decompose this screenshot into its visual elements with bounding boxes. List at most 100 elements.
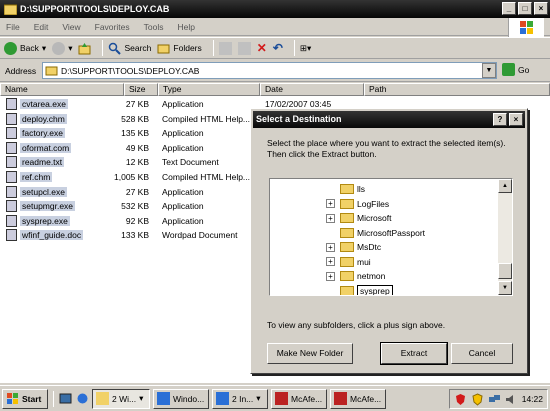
forward-button[interactable]: ▾ <box>52 41 72 55</box>
menu-file[interactable]: File <box>6 22 20 32</box>
search-button[interactable]: Search <box>108 42 151 55</box>
file-type: Application <box>162 186 204 197</box>
scroll-up-button[interactable]: ▲ <box>498 179 512 193</box>
expand-icon[interactable]: + <box>326 199 335 209</box>
undo-icon: ↶ <box>272 41 283 55</box>
expand-icon[interactable]: + <box>326 242 335 252</box>
menu-tools[interactable]: Tools <box>144 22 164 32</box>
select-destination-dialog: Select a Destination ? × Select the plac… <box>250 108 528 374</box>
folders-button[interactable]: Folders <box>157 42 202 55</box>
tree-item-label: Microsoft <box>357 213 392 224</box>
clock[interactable]: 14:22 <box>522 394 543 404</box>
tree-item-label: mui <box>357 256 371 267</box>
folder-icon <box>340 242 354 253</box>
views-icon: ⊞▾ <box>299 42 312 53</box>
file-type: Application <box>162 201 204 212</box>
security-center-icon[interactable] <box>471 392 484 406</box>
make-new-folder-button[interactable]: Make New Folder <box>267 343 353 364</box>
scroll-down-button[interactable]: ▼ <box>498 281 512 295</box>
tree-item[interactable]: sysprep <box>270 284 498 295</box>
file-icon <box>6 156 17 169</box>
dialog-close-button[interactable]: × <box>509 113 523 126</box>
column-size[interactable]: Size <box>124 83 158 96</box>
address-label: Address <box>5 65 37 76</box>
internet-explorer-icon[interactable] <box>76 392 89 405</box>
file-size: 532 KB <box>121 201 149 212</box>
tree-item[interactable]: + MsDtc <box>270 240 498 255</box>
file-icon <box>6 229 17 242</box>
file-size: 528 KB <box>121 113 149 124</box>
folder-icon <box>4 4 17 15</box>
go-button[interactable]: Go <box>502 63 529 76</box>
expand-icon[interactable]: + <box>326 213 335 223</box>
toolbar: Back ▾ ▾ Search Folders ✕ ↶ ⊞▾ <box>0 37 550 59</box>
expand-icon[interactable]: + <box>326 257 335 267</box>
folder-name-edit[interactable]: sysprep <box>357 284 393 295</box>
file-size: 49 KB <box>125 142 149 153</box>
search-icon <box>109 42 122 55</box>
taskbar-button[interactable]: McAfe... <box>330 388 386 409</box>
app-icon <box>157 392 170 405</box>
column-name[interactable]: Name <box>0 83 124 96</box>
tree-scrollbar[interactable]: ▲ ▼ <box>498 179 512 295</box>
minimize-button[interactable]: _ <box>502 2 516 15</box>
undo-button[interactable]: ↶ <box>273 41 283 55</box>
scroll-thumb[interactable] <box>498 263 512 279</box>
column-date[interactable]: Date <box>260 83 364 96</box>
taskbar: Start 2 Wi... ▾ Windo... 2 In... ▾ McAfe... Mc… <box>0 385 550 411</box>
cancel-button[interactable]: Cancel <box>451 343 513 364</box>
back-button[interactable]: Back ▾ <box>4 41 46 55</box>
app-icon <box>96 392 109 405</box>
address-input[interactable]: D:\SUPPORT\TOOLS\DEPLOY.CAB ▼ <box>42 62 497 79</box>
delete-icon: ✕ <box>256 41 267 55</box>
go-arrow-icon <box>502 63 515 76</box>
tree-item[interactable]: lls <box>270 182 498 197</box>
file-icon <box>6 171 17 183</box>
menu-help[interactable]: Help <box>177 22 194 32</box>
file-type: Compiled HTML Help... <box>162 113 251 124</box>
close-button[interactable]: × <box>534 2 548 15</box>
taskbar-button[interactable]: 2 In... ▾ <box>212 388 268 409</box>
tree-item[interactable]: + mui <box>270 255 498 270</box>
views-button[interactable]: ⊞▾ <box>300 43 311 54</box>
menu-view[interactable]: View <box>62 22 80 32</box>
move-to-button[interactable] <box>218 41 232 55</box>
file-type: Text Document <box>162 157 219 168</box>
folder-tree[interactable]: lls + LogFiles + Microsoft MicrosoftPassport +… <box>269 178 513 296</box>
taskbar-button[interactable]: McAfe... <box>271 388 327 409</box>
forward-arrow-icon <box>52 41 66 55</box>
start-button[interactable]: Start <box>2 388 48 409</box>
tree-item[interactable]: + LogFiles <box>270 197 498 212</box>
file-size: 92 KB <box>125 215 149 226</box>
address-dropdown[interactable]: ▼ <box>482 63 496 78</box>
column-type[interactable]: Type <box>158 83 260 96</box>
up-folder-button[interactable] <box>78 42 91 55</box>
volume-icon[interactable] <box>505 393 518 406</box>
folder-icon <box>340 271 354 282</box>
menu-favorites[interactable]: Favorites <box>95 22 130 32</box>
file-icon <box>6 127 17 140</box>
delete-button[interactable]: ✕ <box>257 41 267 55</box>
shield-icon[interactable] <box>454 393 467 406</box>
menu-edit[interactable]: Edit <box>34 22 49 32</box>
expand-icon[interactable]: + <box>326 271 335 281</box>
network-icon[interactable] <box>488 393 501 406</box>
show-desktop-icon[interactable] <box>59 392 72 405</box>
maximize-button[interactable]: □ <box>518 2 532 15</box>
folders-icon <box>157 44 170 53</box>
taskbar-button[interactable]: Windo... <box>153 388 209 409</box>
file-name: sysprep.exe <box>20 215 70 226</box>
file-name: ref.chm <box>20 172 53 182</box>
windows-flag-icon <box>7 393 18 404</box>
tree-item[interactable]: MicrosoftPassport <box>270 226 498 241</box>
extract-button[interactable]: Extract <box>380 342 448 365</box>
help-button[interactable]: ? <box>493 113 507 126</box>
file-type: Wordpad Document <box>162 230 238 241</box>
tree-item[interactable]: + netmon <box>270 269 498 284</box>
taskbar-button[interactable]: 2 Wi... ▾ <box>92 388 150 409</box>
column-path[interactable]: Path <box>364 83 550 96</box>
copy-to-button[interactable] <box>237 41 251 55</box>
tree-item-label: netmon <box>357 271 386 282</box>
copy-to-icon <box>237 41 251 55</box>
tree-item[interactable]: + Microsoft <box>270 211 498 226</box>
